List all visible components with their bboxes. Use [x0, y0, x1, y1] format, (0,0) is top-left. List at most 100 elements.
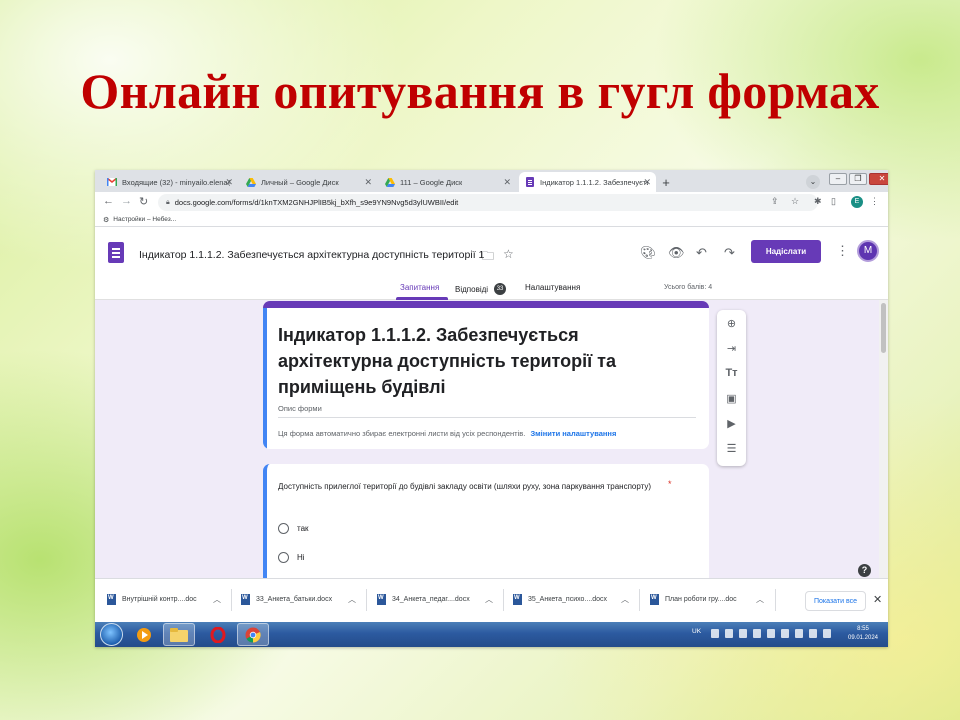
bluetooth-icon[interactable] [725, 629, 733, 638]
close-icon[interactable]: ✕ [225, 177, 233, 188]
download-item[interactable]: 33_Анкета_батьки.docx [241, 594, 332, 605]
form-title-card[interactable]: Індикатор 1.1.1.2. Забезпечується архіте… [263, 301, 709, 449]
url-field[interactable]: 🔒︎ docs.google.com/forms/d/1knTXM2GNHJPl… [158, 194, 818, 211]
add-title-icon[interactable]: Tт [717, 367, 746, 379]
google-forms-logo-icon[interactable] [108, 242, 124, 263]
tab-search-chevron-icon[interactable]: ⌄ [806, 175, 820, 189]
download-item[interactable]: 35_Анкета_психо....docx [513, 594, 607, 605]
add-question-icon[interactable]: ⊕ [717, 317, 746, 330]
add-image-icon[interactable]: ▣ [717, 392, 746, 405]
close-icon[interactable]: ✕ [364, 177, 372, 188]
tab-drive-111[interactable]: 111 – Google Диск ✕ [379, 172, 516, 192]
send-button[interactable]: Надіслати [751, 240, 821, 263]
chevron-up-icon[interactable]: ︿ [213, 594, 221, 605]
network-monitor-icon[interactable] [753, 629, 761, 638]
sidebar-panel-icon[interactable]: ▯ [831, 196, 836, 207]
redo-icon[interactable]: ↷ [724, 245, 735, 261]
show-all-downloads-button[interactable]: Показати все [805, 591, 866, 611]
add-video-icon[interactable]: ▶ [717, 417, 746, 430]
network-signal-icon[interactable] [809, 629, 817, 638]
display-icon[interactable] [767, 629, 775, 638]
power-icon[interactable] [795, 629, 803, 638]
close-icon[interactable]: ✕ [643, 177, 651, 188]
chevron-up-icon[interactable]: ︿ [756, 594, 764, 605]
new-tab-button[interactable]: + [658, 174, 674, 190]
bookmarks-bar: ⚙ Настройки – Небез... [95, 213, 888, 227]
chevron-up-icon[interactable]: ︿ [621, 594, 629, 605]
tab-settings[interactable]: Налаштування [525, 283, 580, 292]
media-player-icon[interactable] [128, 623, 160, 646]
minimize-icon[interactable]: – [829, 173, 847, 185]
scrollbar-thumb[interactable] [881, 303, 886, 353]
undo-icon[interactable]: ↶ [696, 245, 707, 261]
tab-forms-active[interactable]: Індикатор 1.1.1.2. Забезпечуєтьс ✕ [519, 172, 656, 192]
option-label: так [297, 524, 309, 533]
help-icon[interactable]: ? [858, 564, 871, 577]
start-button[interactable] [100, 623, 123, 646]
downloads-bar: Внутрішній контр....doc ︿ 33_Анкета_бать… [95, 578, 888, 622]
system-clock[interactable]: 8:55 09.01.2024 [843, 625, 883, 643]
form-title[interactable]: Індикатор 1.1.1.2. Забезпечується архіте… [278, 322, 688, 400]
palette-icon[interactable]: 🎨︎ [640, 245, 657, 261]
question-card[interactable]: Доступність прилеглої території до будів… [263, 464, 709, 578]
clock-time: 8:55 [857, 626, 869, 632]
close-icon[interactable]: ✕ [503, 177, 511, 188]
back-arrow-icon[interactable]: ← [103, 195, 114, 207]
radio-button[interactable] [278, 552, 289, 563]
more-options-icon[interactable]: ⋮ [836, 243, 849, 259]
chrome-browser-icon[interactable] [237, 623, 269, 646]
bookmark-item[interactable]: Настройки – Небез... [113, 216, 176, 223]
antivirus-icon[interactable] [739, 629, 747, 638]
download-item[interactable]: План роботи гру....doc [650, 594, 737, 605]
folder-icon[interactable]: 🗀︎ [482, 247, 494, 268]
account-avatar[interactable]: M [857, 240, 879, 262]
file-explorer-icon[interactable] [163, 623, 195, 646]
chevron-up-icon[interactable]: ︿ [348, 594, 356, 605]
option-no[interactable]: Ні [278, 552, 305, 563]
forms-tabs: Запитання Відповіді 33 Налаштування Усьо… [95, 277, 888, 300]
chevron-up-icon[interactable]: ︿ [485, 594, 493, 605]
form-description-field[interactable]: Опис форми [278, 404, 696, 418]
document-title[interactable]: Індикатор 1.1.1.2. Забезпечується архіте… [139, 249, 484, 261]
required-asterisk: * [668, 479, 672, 489]
lock-icon: 🔒︎ [166, 198, 170, 206]
change-settings-link[interactable]: Змінити налаштування [530, 429, 616, 438]
star-icon[interactable]: ☆ [503, 247, 514, 261]
forward-arrow-icon[interactable]: → [121, 195, 132, 207]
form-editor-canvas: Індикатор 1.1.1.2. Забезпечується архіте… [95, 300, 888, 578]
maximize-icon[interactable]: ❐ [849, 173, 867, 185]
close-downloads-icon[interactable]: ✕ [873, 593, 882, 606]
volume-icon[interactable] [823, 629, 831, 638]
window-controls: – ❐ ✕ [829, 173, 888, 187]
tab-drive-personal[interactable]: Личный – Google Диск ✕ [240, 172, 377, 192]
extensions-puzzle-icon[interactable]: ✱ [814, 196, 822, 207]
reload-icon[interactable]: ↻ [139, 195, 148, 208]
opera-browser-icon[interactable] [202, 623, 234, 646]
address-bar: ← → ↻ 🔒︎ docs.google.com/forms/d/1knTXM2… [95, 192, 888, 213]
url-text: docs.google.com/forms/d/1knTXM2GNHJPlIB5… [174, 198, 459, 207]
download-filename: 35_Анкета_психо....docx [528, 596, 608, 603]
add-section-icon[interactable]: ☰ [717, 442, 746, 455]
flag-icon[interactable] [781, 629, 789, 638]
radio-button[interactable] [278, 523, 289, 534]
import-questions-icon[interactable]: ⇥ [717, 342, 746, 355]
browser-screenshot: Входящие (32) - minyailo.elena@ ✕ Личный… [95, 170, 888, 647]
bookmark-star-icon[interactable]: ☆ [791, 196, 799, 207]
download-item[interactable]: 34_Анкета_педаг....docx [377, 594, 470, 605]
share-icon[interactable]: ⇪ [771, 196, 779, 207]
option-label: Ні [297, 553, 305, 562]
profile-avatar[interactable]: E [851, 196, 863, 208]
question-text[interactable]: Доступність прилеглої території до будів… [278, 480, 678, 494]
language-indicator[interactable]: UK [692, 628, 701, 635]
settings-gear-icon: ⚙ [103, 216, 110, 224]
download-item[interactable]: Внутрішній контр....doc [107, 594, 197, 605]
tab-responses[interactable]: Відповіді 33 [455, 283, 507, 295]
tray-arrow-icon[interactable] [711, 629, 719, 638]
tab-gmail[interactable]: Входящие (32) - minyailo.elena@ ✕ [101, 172, 238, 192]
option-yes[interactable]: так [278, 523, 309, 534]
preview-eye-icon[interactable]: 👁︎ [668, 245, 685, 261]
page-scrollbar[interactable] [879, 300, 888, 578]
tab-questions[interactable]: Запитання [400, 283, 439, 292]
window-close-icon[interactable]: ✕ [869, 173, 888, 185]
browser-menu-icon[interactable]: ⋮ [870, 196, 879, 207]
